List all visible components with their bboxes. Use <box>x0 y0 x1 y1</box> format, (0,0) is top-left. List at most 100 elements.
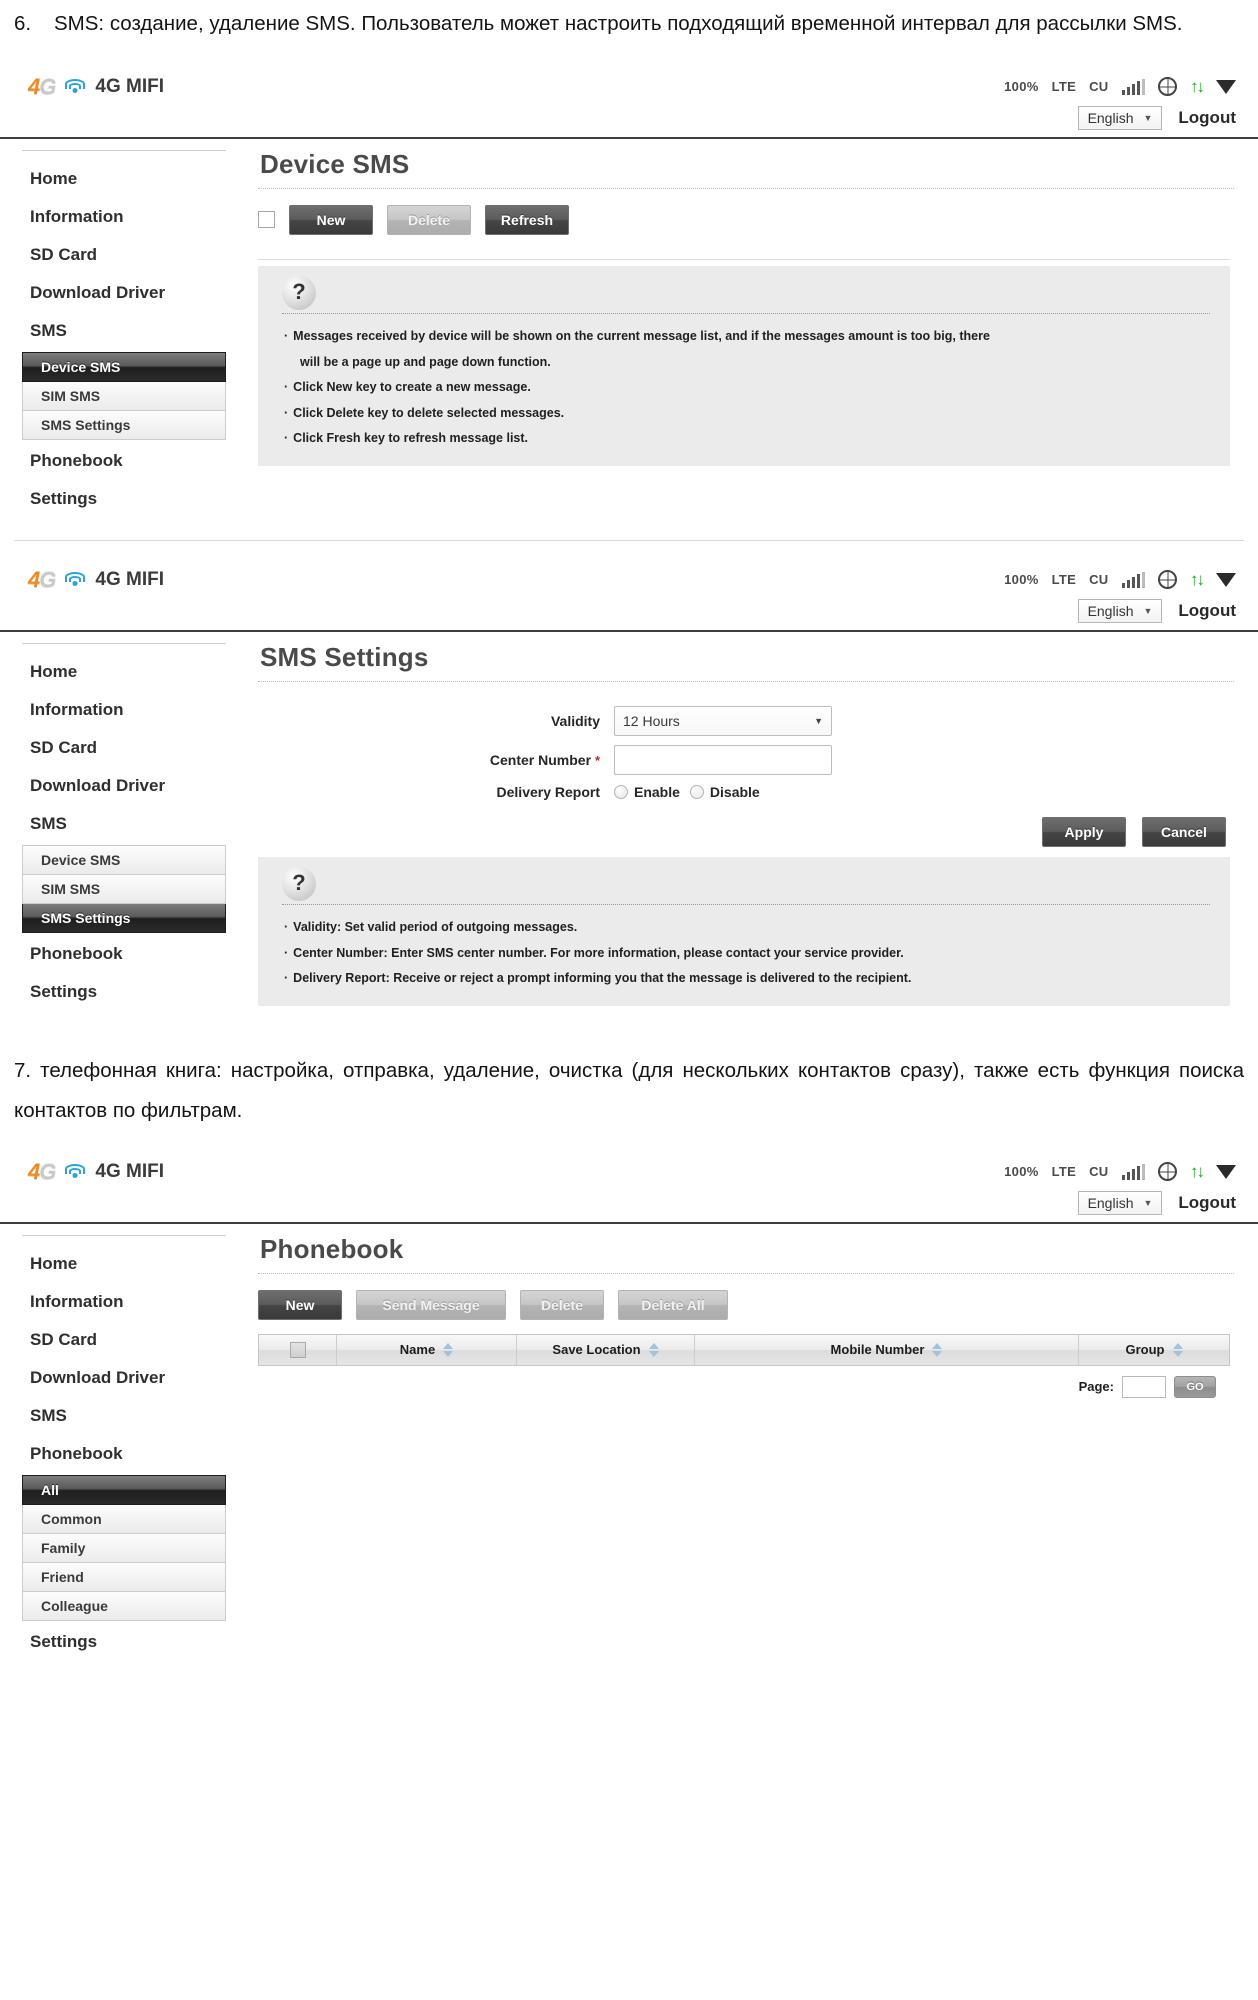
help-bullet: · Click Fresh key to refresh message list… <box>284 431 529 446</box>
down-triangle-icon <box>1216 572 1236 587</box>
phonebook-sidebar: Home Information SD Card Download Driver… <box>0 1224 246 1661</box>
sidebar-item-home[interactable]: Home <box>0 1245 246 1283</box>
center-number-label: Center Number * <box>254 752 614 768</box>
select-all-checkbox[interactable] <box>258 211 275 229</box>
sidebar-item-settings[interactable]: Settings <box>0 1623 246 1661</box>
sidebar-item-phonebook[interactable]: Phonebook <box>0 1435 246 1473</box>
logout-link[interactable]: Logout <box>1178 601 1236 621</box>
validity-select[interactable]: 12 Hours ▼ <box>614 705 832 736</box>
page-title: Device SMS <box>260 148 410 179</box>
battery-status: 100% <box>1004 79 1039 95</box>
status-indicators: 100% LTE CU ↑↓ <box>1004 570 1236 590</box>
sidebar-item-download-driver[interactable]: Download Driver <box>0 274 246 312</box>
delete-button[interactable]: Delete <box>520 1289 604 1320</box>
sidebar-item-settings[interactable]: Settings <box>0 480 246 518</box>
apply-button[interactable]: Apply <box>1042 816 1126 847</box>
sidebar-item-sd-card[interactable]: SD Card <box>0 236 246 274</box>
question-mark-icon: ? <box>282 866 316 901</box>
help-bullet: · Click Delete key to delete selected mes… <box>284 405 565 420</box>
group-item-friend[interactable]: Friend <box>22 1562 226 1592</box>
network-type: LTE <box>1051 1164 1077 1180</box>
group-item-common[interactable]: Common <box>22 1504 226 1534</box>
sort-icon[interactable] <box>443 1342 454 1357</box>
phonebook-body: Home Information SD Card Download Driver… <box>0 1224 1258 1661</box>
language-selector[interactable]: English ▼ <box>1077 598 1163 623</box>
table-header-select-all[interactable] <box>259 1334 337 1365</box>
phonebook-groups: All Common Family Friend Colleague <box>22 1474 226 1621</box>
chevron-down-icon: ▼ <box>1143 112 1153 123</box>
brand-name: 4G MIFI <box>95 75 164 97</box>
sidebar-item-sms[interactable]: SMS <box>0 1397 246 1435</box>
language-selector[interactable]: English ▼ <box>1077 105 1163 130</box>
subnav-item-device-sms[interactable]: Device SMS <box>22 351 226 382</box>
screenshot-device-sms: 4G 4G MIFI 100% LTE CU ↑↓ English ▼ Logo… <box>0 63 1258 541</box>
device-sms-sidebar: Home Information SD Card Download Driver… <box>0 139 246 518</box>
table-header-group[interactable]: Group <box>1079 1335 1229 1365</box>
device-sms-lang-row: English ▼ Logout <box>0 102 1258 137</box>
help-bullet-text: Validity: Set valid period of outgoing m… <box>293 919 578 934</box>
language-selector[interactable]: English ▼ <box>1077 1190 1163 1215</box>
sidebar-item-sd-card[interactable]: SD Card <box>0 729 246 767</box>
center-number-input[interactable] <box>614 744 832 775</box>
delivery-disable-option[interactable]: Disable <box>689 784 760 800</box>
cancel-button[interactable]: Cancel <box>1142 816 1226 847</box>
sort-icon[interactable] <box>648 1342 659 1357</box>
new-button[interactable]: New <box>289 204 373 235</box>
sidebar-item-sms[interactable]: SMS <box>0 312 246 350</box>
new-button[interactable]: New <box>258 1289 342 1320</box>
send-message-button[interactable]: Send Message <box>356 1289 506 1320</box>
table-header-mobile-number[interactable]: Mobile Number <box>695 1334 1079 1365</box>
logout-link[interactable]: Logout <box>1178 108 1236 128</box>
sidebar-item-phonebook[interactable]: Phonebook <box>0 935 246 973</box>
table-header-row: Name Save Location Mobile Number Group <box>258 1333 1230 1366</box>
sidebar-item-home[interactable]: Home <box>0 160 246 198</box>
help-box: ? · Messages received by device will be s… <box>258 265 1230 467</box>
radio-disable-icon[interactable] <box>689 784 704 799</box>
sidebar-item-download-driver[interactable]: Download Driver <box>0 767 246 805</box>
device-sms-header: 4G 4G MIFI 100% LTE CU ↑↓ <box>0 64 1258 102</box>
subnav-item-sim-sms[interactable]: SIM SMS <box>22 874 226 904</box>
refresh-button[interactable]: Refresh <box>485 204 569 235</box>
sidebar-item-phonebook[interactable]: Phonebook <box>0 442 246 480</box>
phonebook-content: Phonebook New Send Message Delete Delete… <box>246 1224 1258 1661</box>
select-all-checkbox[interactable] <box>289 1341 306 1358</box>
group-item-all[interactable]: All <box>22 1474 226 1505</box>
delete-button[interactable]: Delete <box>387 204 471 235</box>
help-divider <box>282 312 1210 314</box>
help-bullet: · Center Number: Enter SMS center number.… <box>284 945 904 960</box>
page-input[interactable] <box>1122 1375 1166 1398</box>
sort-icon[interactable] <box>932 1342 943 1357</box>
radio-enable-icon[interactable] <box>614 784 628 799</box>
sidebar-item-download-driver[interactable]: Download Driver <box>0 1359 246 1397</box>
sidebar-divider <box>22 149 226 151</box>
go-button[interactable]: GO <box>1174 1375 1216 1398</box>
subnav-item-device-sms[interactable]: Device SMS <box>22 844 226 875</box>
delete-all-button[interactable]: Delete All <box>618 1289 728 1320</box>
sidebar-item-information[interactable]: Information <box>0 198 246 236</box>
sidebar-item-information[interactable]: Information <box>0 1283 246 1321</box>
delivery-enable-option[interactable]: Enable <box>614 784 680 800</box>
table-header-mobile-number-label: Mobile Number <box>830 1342 925 1358</box>
group-item-colleague[interactable]: Colleague <box>22 1591 226 1621</box>
screenshot-phonebook: 4G 4G MIFI 100% LTE CU ↑↓ English ▼ Logo… <box>0 1148 1258 1661</box>
sidebar-item-sd-card[interactable]: SD Card <box>0 1321 246 1359</box>
subnav-item-sms-settings[interactable]: SMS Settings <box>22 410 226 440</box>
logo-4g-icon: 4G <box>28 1158 56 1184</box>
table-header-name[interactable]: Name <box>337 1334 517 1365</box>
sidebar-item-information[interactable]: Information <box>0 691 246 729</box>
sidebar-item-settings[interactable]: Settings <box>0 973 246 1011</box>
logout-link[interactable]: Logout <box>1178 1193 1236 1213</box>
group-item-family[interactable]: Family <box>22 1533 226 1563</box>
help-bullet-text: Center Number: Enter SMS center number. … <box>293 945 904 960</box>
language-value: English <box>1087 602 1134 619</box>
brand-name: 4G MIFI <box>95 568 164 590</box>
device-sms-toolbar: New Delete Refresh <box>254 203 1234 235</box>
sidebar-item-sms[interactable]: SMS <box>0 805 246 843</box>
logo-4g-icon: 4G <box>28 566 56 592</box>
sort-icon[interactable] <box>1172 1342 1183 1357</box>
up-down-arrows-icon: ↑↓ <box>1190 1161 1205 1181</box>
subnav-item-sms-settings[interactable]: SMS Settings <box>22 903 226 933</box>
sidebar-item-home[interactable]: Home <box>0 653 246 691</box>
subnav-item-sim-sms[interactable]: SIM SMS <box>22 381 226 411</box>
table-header-save-location[interactable]: Save Location <box>517 1334 695 1365</box>
